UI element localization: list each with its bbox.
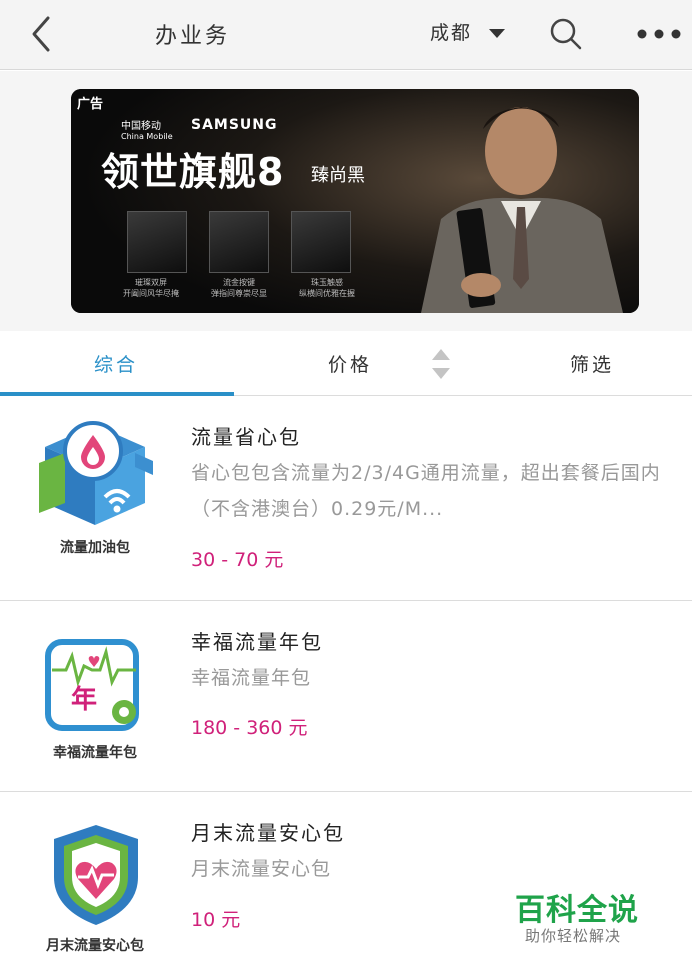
samsung-logo: SAMSUNG: [191, 117, 278, 133]
phone-thumbnail: [127, 211, 187, 273]
tab-comprehensive[interactable]: 综合: [94, 350, 138, 377]
feature-captions: 璀璨双屏 开阖间风华尽掩 流金按键 弹指间尊崇尽显 珠玉触感 纵横间优雅在握: [111, 277, 371, 307]
page-title: 办业务: [155, 24, 231, 49]
ad-banner[interactable]: 广告 中国移动 China Mobile SAMSUNG 领世旗舰8 臻尚黑 璀…: [71, 89, 639, 313]
active-tab-indicator: [0, 392, 234, 396]
back-button[interactable]: [22, 12, 62, 56]
item-price: 180 - 360 元: [191, 717, 308, 739]
more-button[interactable]: [634, 24, 684, 44]
phone-thumbnail: [291, 211, 351, 273]
feature-caption: 璀璨双屏 开阖间风华尽掩: [123, 278, 179, 298]
list-item[interactable]: 流量加油包 流量省心包 省心包包含流量为2/3/4G通用流量，超出套餐后国内（不…: [0, 397, 692, 601]
banner-headline: 领世旗舰8: [101, 150, 285, 194]
chevron-left-icon: [32, 16, 50, 52]
search-button[interactable]: [546, 14, 586, 54]
data-refuel-icon: [39, 421, 153, 525]
more-dots-icon: [637, 29, 681, 39]
page: 办业务 成都 广告 中国移动 China Mobile SAMSUNG 领世旗舰…: [0, 0, 692, 980]
ad-tag: 广告: [77, 97, 104, 112]
watermark-subtitle: 助你轻松解决: [525, 927, 622, 945]
happy-yearly-pack-icon: 年: [45, 639, 139, 731]
sort-arrows-icon[interactable]: [430, 347, 452, 381]
item-price: 10 元: [191, 909, 241, 931]
icon-caption: 流量加油包: [60, 540, 130, 556]
shield-heart-icon: [54, 825, 138, 925]
caret-down-icon[interactable]: [488, 28, 506, 40]
banner-subline: 臻尚黑: [311, 165, 365, 186]
phone-thumbnails: [123, 211, 353, 273]
top-bar: 办业务 成都: [0, 0, 692, 70]
item-title: 流量省心包: [191, 425, 301, 449]
icon-year-label: 年: [71, 684, 97, 715]
tab-price[interactable]: 价格: [328, 350, 372, 377]
watermark-title: 百科全说: [515, 893, 639, 928]
feature-caption: 流金按键 弹指间尊崇尽显: [211, 278, 267, 298]
phone-thumbnail: [209, 211, 269, 273]
feature-caption: 珠玉触感 纵横间优雅在握: [299, 278, 355, 298]
item-description: 省心包包含流量为2/3/4G通用流量，超出套餐后国内（不含港澳台）0.29元/M…: [191, 462, 661, 520]
china-mobile-logo: 中国移动 China Mobile: [121, 121, 173, 141]
item-title: 幸福流量年包: [191, 630, 323, 654]
item-price: 30 - 70 元: [191, 549, 284, 571]
list-item[interactable]: 年 幸福流量年包 幸福流量年包 幸福流量年包 180 - 360 元: [0, 602, 692, 792]
search-icon: [550, 18, 582, 50]
icon-caption: 幸福流量年包: [53, 745, 137, 761]
tab-filter[interactable]: 筛选: [570, 350, 614, 377]
icon-caption: 月末流量安心包: [46, 938, 144, 954]
item-title: 月末流量安心包: [191, 821, 345, 845]
filter-tabs: 综合 价格 筛选: [0, 332, 692, 396]
banner-area: 广告 中国移动 China Mobile SAMSUNG 领世旗舰8 臻尚黑 璀…: [0, 71, 692, 331]
item-description: 月末流量安心包: [191, 858, 332, 880]
watermark-logo: 百科全说 助你轻松解决: [515, 885, 655, 955]
city-selector[interactable]: 成都: [430, 18, 472, 45]
item-description: 幸福流量年包: [191, 667, 312, 689]
